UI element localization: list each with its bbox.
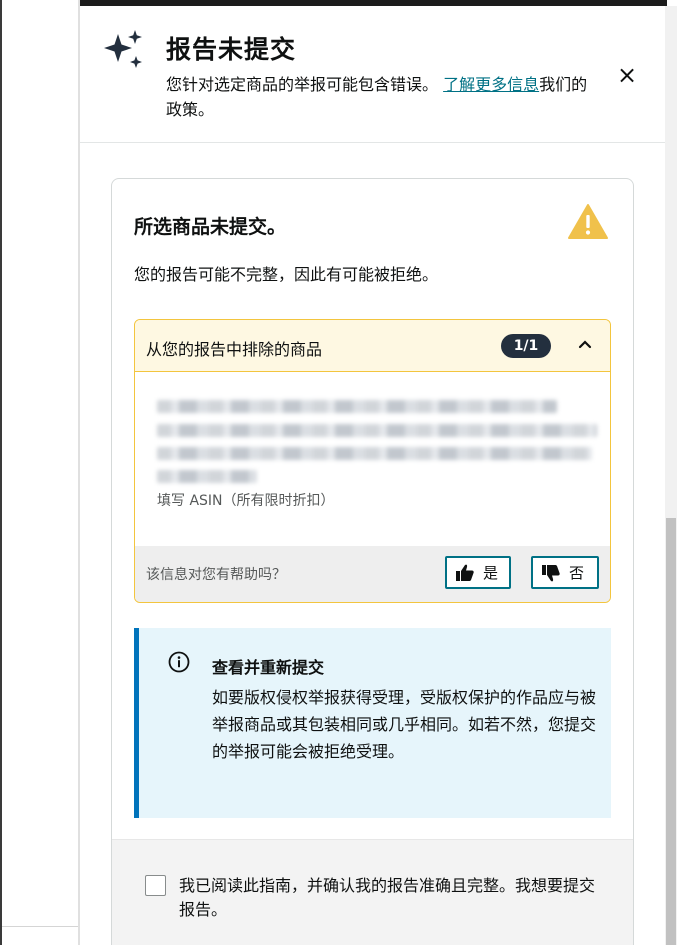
sparkle-icon — [104, 30, 142, 68]
excluded-items-section: 从您的报告中排除的商品 1/1 填写 ASIN（所有限时折扣） 该信息对您有帮助… — [134, 319, 611, 603]
info-icon — [168, 651, 190, 673]
close-icon: × — [616, 61, 638, 89]
panel-title: 报告未提交 — [166, 35, 297, 64]
scrollbar[interactable] — [665, 6, 677, 945]
close-button[interactable]: × — [612, 60, 642, 90]
panel-header: 报告未提交 您针对选定商品的举报可能包含错误。 了解更多信息我们的政策。 × — [80, 6, 665, 143]
excluded-items-label: 从您的报告中排除的商品 — [146, 340, 323, 359]
info-title: 查看并重新提交 — [212, 658, 325, 677]
feedback-question: 该信息对您有帮助吗？ — [146, 567, 286, 583]
blurred-product-title — [157, 470, 257, 483]
info-body: 如要版权侵权举报获得受理，受版权保护的作品应与被举报商品或其包装相同或几乎相同。… — [212, 688, 597, 761]
background-page — [0, 0, 80, 945]
feedback-yes-button[interactable]: 是 — [445, 556, 511, 589]
report-side-panel: 报告未提交 您针对选定商品的举报可能包含错误。 了解更多信息我们的政策。 × 所… — [80, 6, 665, 945]
error-card: 所选商品未提交。 您的报告可能不完整，因此有可能被拒绝。 从您的报告中排除的商品… — [111, 178, 634, 945]
card-title: 所选商品未提交。 — [134, 216, 287, 238]
panel-subtitle: 您针对选定商品的举报可能包含错误。 了解更多信息我们的政策。 — [166, 72, 596, 122]
feedback-no-button[interactable]: 否 — [531, 556, 599, 589]
card-description: 您的报告可能不完整，因此有可能被拒绝。 — [134, 265, 439, 284]
scrollbar-thumb[interactable] — [666, 518, 676, 945]
confirm-section: 我已阅读此指南，并确认我的报告准确且完整。我想要提交报告。 — [112, 839, 633, 945]
learn-more-link[interactable]: 了解更多信息 — [443, 75, 539, 94]
excluded-items-header[interactable]: 从您的报告中排除的商品 1/1 — [135, 320, 610, 372]
warning-icon — [568, 204, 608, 239]
feedback-bar: 该信息对您有帮助吗？ 是 否 — [135, 546, 610, 602]
item-count-badge: 1/1 — [501, 334, 551, 358]
feedback-no-label: 否 — [569, 564, 585, 582]
background-divider — [2, 926, 78, 927]
feedback-yes-label: 是 — [483, 564, 499, 582]
confirm-checkbox[interactable] — [145, 875, 166, 896]
thumbs-down-icon — [542, 564, 560, 581]
blurred-product-title — [157, 447, 592, 460]
confirm-checkbox-label[interactable]: 我已阅读此指南，并确认我的报告准确且完整。我想要提交报告。 — [179, 874, 609, 922]
blurred-product-title — [157, 424, 597, 437]
chevron-up-icon[interactable] — [575, 334, 595, 354]
thumbs-up-icon — [456, 564, 474, 581]
background-page-area — [2, 0, 78, 945]
info-alert: 查看并重新提交 如要版权侵权举报获得受理，受版权保护的作品应与被举报商品或其包装… — [134, 628, 611, 818]
blurred-product-title — [157, 400, 557, 413]
item-asin-subtext: 填写 ASIN（所有限时折扣） — [157, 493, 335, 509]
subtitle-text: 您针对选定商品的举报可能包含错误。 — [166, 75, 439, 94]
